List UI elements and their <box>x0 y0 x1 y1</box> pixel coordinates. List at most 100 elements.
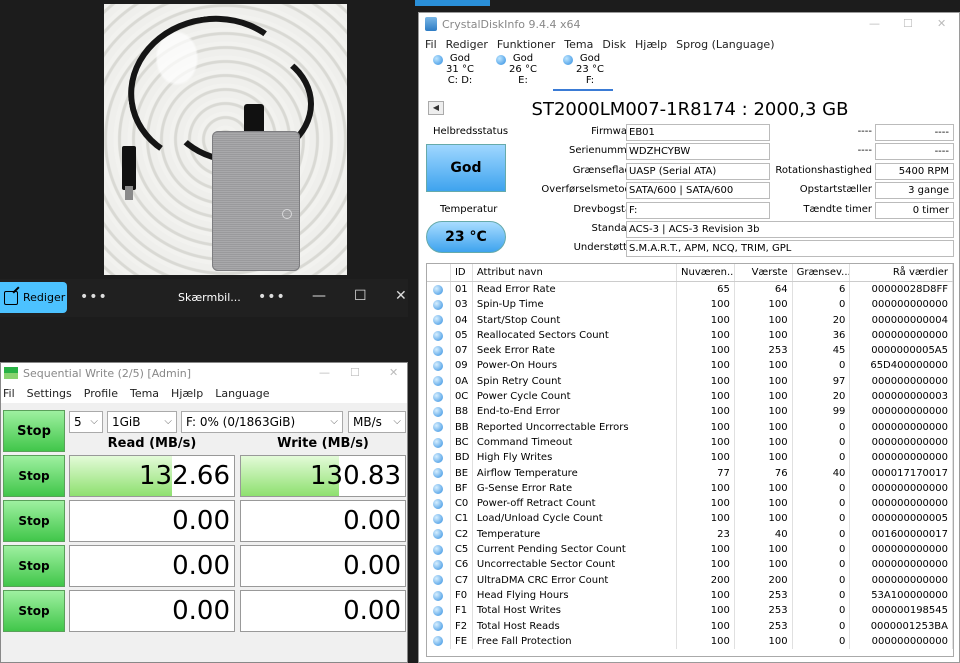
menu-tema[interactable]: Tema <box>564 38 593 51</box>
main-stop-button[interactable]: Stop <box>3 410 65 452</box>
cdi-close-button[interactable]: ✕ <box>937 17 946 30</box>
smart-attribute-table: ID Attribut navn Nuværen... Værste Græns… <box>426 263 954 657</box>
table-row[interactable]: B8 End-to-End Error 100 100 99 000000000000 <box>427 404 953 420</box>
cdm-close-button[interactable]: ✕ <box>389 366 398 379</box>
cdi-maximize-button[interactable]: ☐ <box>903 17 913 30</box>
attribute-worst: 100 <box>735 327 793 344</box>
table-row[interactable]: C0 Power-off Retract Count 100 100 0 00000000… <box>427 496 953 512</box>
attribute-id: 0A <box>451 373 473 390</box>
table-row[interactable]: 09 Power-On Hours 100 100 0 65D400000000 <box>427 358 953 374</box>
maximize-button[interactable]: ☐ <box>354 288 367 304</box>
seagate-logo-icon <box>282 209 292 219</box>
threshold-column-header[interactable]: Grænsev... <box>793 264 851 281</box>
minimize-button[interactable]: — <box>312 288 326 304</box>
rotation-speed-label: Rotationshastighed <box>775 165 872 176</box>
cdm-minimize-button[interactable]: — <box>319 366 330 379</box>
menu-settings[interactable]: Settings <box>27 387 72 400</box>
disk-drive: F: <box>585 75 595 86</box>
status-good-icon <box>433 422 444 433</box>
current-column-header[interactable]: Nuværen... <box>677 264 735 281</box>
attribute-worst: 100 <box>735 419 793 435</box>
size-select[interactable]: 1GiB ⌵ <box>107 411 177 433</box>
menu-tema[interactable]: Tema <box>130 387 159 400</box>
attribute-raw: 000017170017 <box>850 465 953 481</box>
disk-tab-e[interactable]: God 26 °C E: <box>486 53 546 91</box>
drive-select[interactable]: F: 0% (0/1863GiB) ⌵ <box>181 411 343 433</box>
menu-help[interactable]: Hjælp <box>635 38 667 51</box>
temperature-badge[interactable]: 23 °C <box>426 221 506 253</box>
worst-column-header[interactable]: Værste <box>735 264 793 281</box>
menu-profile[interactable]: Profile <box>84 387 118 400</box>
disk-tab-f[interactable]: God 23 °C F: <box>553 53 613 91</box>
table-row[interactable]: C7 UltraDMA CRC Error Count 200 200 0 0000000… <box>427 572 953 588</box>
attribute-id: BE <box>451 465 473 481</box>
table-row[interactable]: 01 Read Error Rate 65 64 6 00000028D8FF <box>427 282 953 298</box>
reserved-value-2: ---- <box>875 143 954 160</box>
table-row[interactable]: 07 Seek Error Rate 100 253 45 0000000005A5 <box>427 343 953 359</box>
attribute-raw: 00000028D8FF <box>850 282 953 298</box>
table-row[interactable]: FE Free Fall Protection 100 100 0 00000000000… <box>427 633 953 650</box>
raw-values-column-header[interactable]: Rå værdier <box>850 264 953 281</box>
count-select[interactable]: 5 ⌵ <box>69 411 103 433</box>
unit-select[interactable]: MB/s ⌵ <box>348 411 406 433</box>
attribute-name: Head Flying Hours <box>473 587 678 604</box>
menu-rediger[interactable]: Rediger <box>446 38 488 51</box>
attribute-id: 07 <box>451 343 473 359</box>
stop-button[interactable]: Stop <box>3 455 65 497</box>
attribute-name-column-header[interactable]: Attribut navn <box>473 264 678 281</box>
table-row[interactable]: F2 Total Host Reads 100 253 0 0000001253BA <box>427 618 953 634</box>
menu-help[interactable]: Hjælp <box>171 387 203 400</box>
attribute-raw: 000000000005 <box>850 511 953 527</box>
table-row[interactable]: BF G-Sense Error Rate 100 100 0 000000000000 <box>427 480 953 497</box>
close-button[interactable]: ✕ <box>395 288 407 304</box>
cdi-minimize-button[interactable]: — <box>869 17 880 30</box>
menu-fil[interactable]: Fil <box>3 387 15 400</box>
menu-disk[interactable]: Disk <box>602 38 626 51</box>
table-row[interactable]: F0 Head Flying Hours 100 253 0 53A100000000 <box>427 587 953 604</box>
stop-button[interactable]: Stop <box>3 545 65 587</box>
write-result-value: 0.00 <box>343 551 401 581</box>
status-good-icon <box>433 468 444 479</box>
menu-fil[interactable]: Fil <box>425 38 437 51</box>
stop-button[interactable]: Stop <box>3 590 65 632</box>
menu-language[interactable]: Language <box>215 387 269 400</box>
table-row[interactable]: 03 Spin-Up Time 100 100 0 000000000000 <box>427 297 953 313</box>
cdm-maximize-button[interactable]: ☐ <box>350 366 360 379</box>
table-row[interactable]: C5 Current Pending Sector Count 100 100 0 000… <box>427 542 953 558</box>
table-row[interactable]: 05 Reallocated Sectors Count 100 100 36 00000… <box>427 327 953 344</box>
table-row[interactable]: C1 Load/Unload Cycle Count 100 100 0 00000000… <box>427 511 953 527</box>
menu-language[interactable]: Sprog (Language) <box>676 38 774 51</box>
table-row[interactable]: C2 Temperature 23 40 0 001600000017 <box>427 526 953 543</box>
attribute-table-header: ID Attribut navn Nuværen... Værste Græns… <box>427 264 953 282</box>
attribute-id: C1 <box>451 511 473 527</box>
table-row[interactable]: 0A Spin Retry Count 100 100 97 000000000000 <box>427 373 953 390</box>
attribute-raw: 000000000004 <box>850 312 953 328</box>
health-status-badge[interactable]: God <box>426 144 506 192</box>
more-options-button[interactable]: ••• <box>80 289 108 305</box>
table-row[interactable]: F1 Total Host Writes 100 253 0 000000198545 <box>427 603 953 619</box>
table-row[interactable]: 04 Start/Stop Count 100 100 20 000000000004 <box>427 312 953 328</box>
table-row[interactable]: BB Reported Uncorrectable Errors 100 100 0 00… <box>427 419 953 435</box>
attribute-current: 100 <box>677 434 735 451</box>
table-row[interactable]: BD High Fly Writes 100 100 0 000000000000 <box>427 450 953 466</box>
disk-tab-c[interactable]: God 31 °C C: D: <box>423 53 483 91</box>
attribute-worst: 100 <box>735 389 793 405</box>
desktop: Rediger ••• Skærmbil... ••• — ☐ ✕ Sequen… <box>0 0 960 663</box>
table-row[interactable]: C6 Uncorrectable Sector Count 100 100 0 00000… <box>427 557 953 573</box>
attribute-id: BF <box>451 480 473 497</box>
photos-toolbar: Rediger ••• Skærmbil... ••• — ☐ ✕ <box>0 279 408 317</box>
table-row[interactable]: BC Command Timeout 100 100 0 000000000000 <box>427 434 953 451</box>
chevron-down-icon: ⌵ <box>164 416 172 427</box>
stop-button[interactable]: Stop <box>3 500 65 542</box>
edit-button[interactable]: Rediger <box>0 282 67 313</box>
attribute-name: End-to-End Error <box>473 404 678 420</box>
more-options-button-2[interactable]: ••• <box>258 289 286 305</box>
id-column-header[interactable]: ID <box>451 264 473 281</box>
table-row[interactable]: BE Airflow Temperature 77 76 40 000017170017 <box>427 465 953 481</box>
attribute-id: BD <box>451 450 473 466</box>
attribute-status-cell <box>427 633 451 650</box>
status-good-icon <box>433 559 444 570</box>
attribute-id: F1 <box>451 603 473 619</box>
menu-funktioner[interactable]: Funktioner <box>497 38 555 51</box>
table-row[interactable]: 0C Power Cycle Count 100 100 20 000000000003 <box>427 389 953 405</box>
